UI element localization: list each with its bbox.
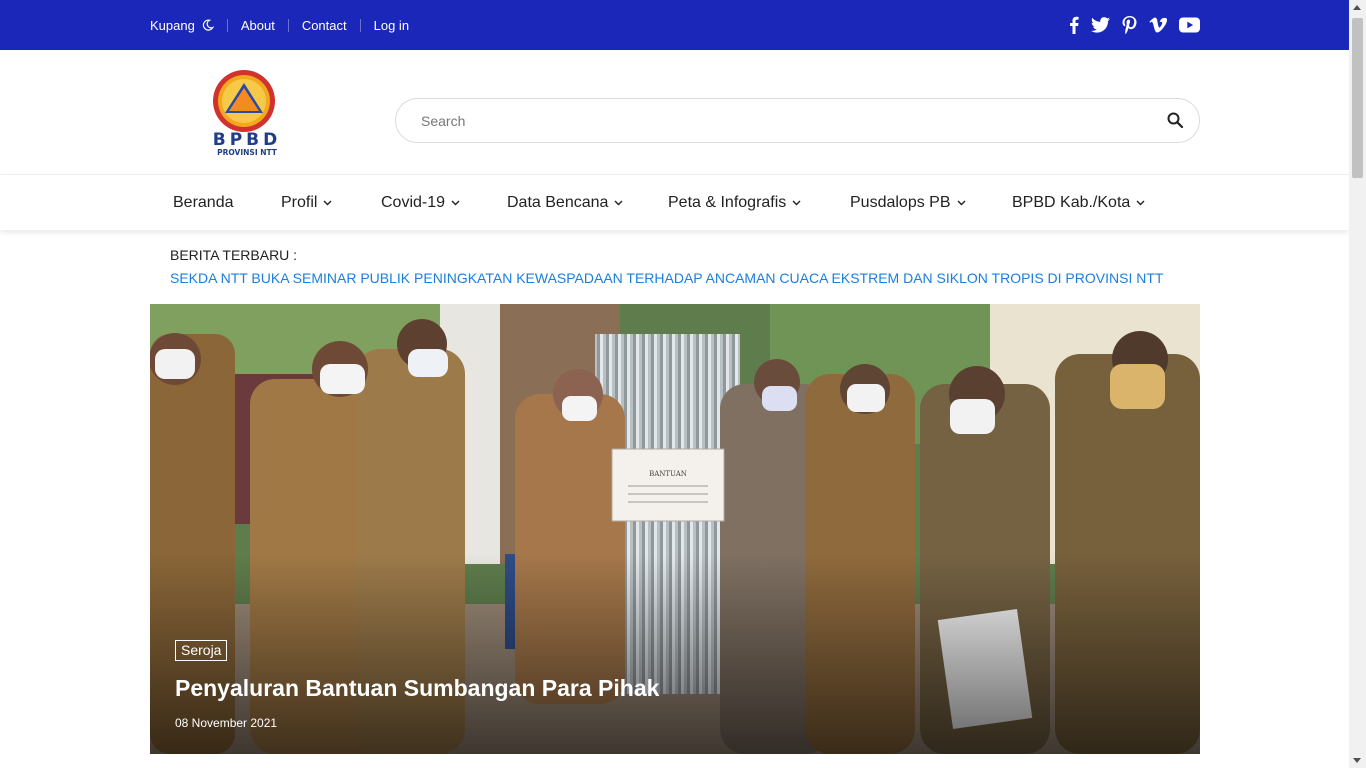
latest-news-link[interactable]: SEKDA NTT BUKA SEMINAR PUBLIK PENINGKATA… [170,270,1163,286]
top-bar: Kupang About Contact Log in [0,0,1349,50]
nav-item-profil[interactable]: Profil [281,175,332,231]
moon-icon[interactable] [202,19,214,31]
divider [226,18,228,32]
nav-item-label: Beranda [173,194,234,211]
vimeo-icon[interactable] [1149,17,1167,33]
nav-item-label: Data Bencana [507,194,609,211]
chevron-down-icon [451,200,460,206]
facebook-icon[interactable] [1069,16,1079,34]
scroll-thumb[interactable] [1352,18,1363,178]
nav-item-bpbd-kab-kota[interactable]: BPBD Kab./Kota [1012,175,1145,231]
search-input[interactable] [421,99,1141,142]
scroll-up-icon[interactable] [1353,5,1361,10]
latest-news-label: BERITA TERBARU : [170,247,298,263]
about-link[interactable]: About [241,18,275,33]
nav-item-label: BPBD Kab./Kota [1012,194,1131,211]
nav-item-label: Peta & Infografis [668,194,787,211]
hero-shade [150,554,1200,754]
search-icon[interactable] [1167,112,1184,129]
hero-date: 08 November 2021 [175,716,278,730]
scroll-down-icon[interactable] [1353,758,1361,763]
hero-slide[interactable]: BANTUAN Seroja Penyaluran Bantuan Sumban… [150,304,1200,754]
divider [359,18,361,32]
twitter-icon[interactable] [1091,17,1110,33]
nav-item-beranda[interactable]: Beranda [173,175,234,231]
nav-item-peta-infografis[interactable]: Peta & Infografis [668,175,801,231]
chevron-down-icon [957,200,966,206]
nav-item-label: Profil [281,194,318,211]
location-label: Kupang [150,17,195,33]
board-text: BANTUAN [649,470,687,478]
hero-title[interactable]: Penyaluran Bantuan Sumbangan Para Pihak [175,675,659,702]
bpbd-logo[interactable]: BPBD PROVINSI NTT [208,68,286,160]
category-badge[interactable]: Seroja [175,640,228,661]
search-box [395,98,1200,143]
nav-item-label: Covid-19 [381,194,446,211]
divider [287,18,289,32]
pinterest-icon[interactable] [1122,16,1137,34]
contact-link[interactable]: Contact [302,18,347,33]
logo-text: BPBD [212,130,282,150]
youtube-icon[interactable] [1179,17,1200,33]
location-switch[interactable]: Kupang [150,18,214,33]
site-header: BPBD PROVINSI NTT [0,50,1349,174]
nav-item-label: Pusdalops PB [850,194,951,211]
chevron-down-icon [792,200,801,206]
logo-subtext: PROVINSI NTT [217,148,277,157]
nav-item-covid[interactable]: Covid-19 [381,175,460,231]
top-bar-left: Kupang About Contact Log in [150,0,409,50]
chevron-down-icon [614,200,623,206]
nav-item-data-bencana[interactable]: Data Bencana [507,175,623,231]
chevron-down-icon [1136,200,1145,206]
nav-item-pusdalops[interactable]: Pusdalops PB [850,175,966,231]
chevron-down-icon [323,200,332,206]
social-links [1069,0,1200,50]
login-link[interactable]: Log in [374,18,409,33]
page-scrollbar[interactable] [1349,0,1366,768]
main-nav: Beranda Profil Covid-19 Data Bencana Pet… [0,174,1349,230]
